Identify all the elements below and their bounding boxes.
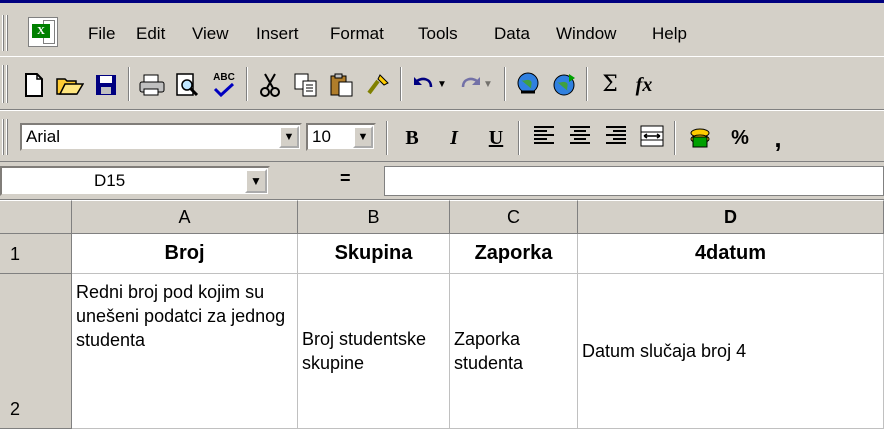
standard-toolbar: ABC ▼ ▼ Σ fx bbox=[0, 56, 884, 110]
comma-style-button[interactable]: , bbox=[764, 125, 792, 151]
new-icon[interactable] bbox=[20, 71, 48, 99]
format-painter-icon[interactable] bbox=[364, 71, 392, 99]
copy-icon[interactable] bbox=[292, 71, 320, 99]
menu-help[interactable]: Help bbox=[652, 24, 687, 44]
select-all-corner[interactable] bbox=[0, 200, 72, 234]
italic-button[interactable]: I bbox=[440, 125, 468, 151]
spelling-icon[interactable]: ABC bbox=[210, 71, 238, 99]
cell-a1[interactable]: Broj bbox=[72, 234, 298, 274]
web-toolbar-icon[interactable] bbox=[550, 71, 578, 99]
formula-input[interactable] bbox=[384, 166, 884, 196]
formatting-toolbar: Arial ▼ 10 ▼ B I U % , bbox=[0, 110, 884, 162]
column-header-b[interactable]: B bbox=[298, 200, 450, 234]
cell-d1[interactable]: 4datum bbox=[578, 234, 884, 274]
toolbar-grip-2[interactable] bbox=[6, 65, 8, 103]
cell-b2[interactable]: Broj studentske skupine bbox=[298, 274, 450, 429]
underline-button[interactable]: U bbox=[482, 125, 510, 151]
open-icon[interactable] bbox=[56, 71, 84, 99]
menu-window[interactable]: Window bbox=[556, 24, 616, 44]
menu-view[interactable]: View bbox=[192, 24, 229, 44]
print-preview-icon[interactable] bbox=[174, 71, 202, 99]
menu-insert[interactable]: Insert bbox=[256, 24, 299, 44]
format-toolbar-grip-2[interactable] bbox=[6, 119, 8, 155]
menu-edit[interactable]: Edit bbox=[136, 24, 165, 44]
column-header-d[interactable]: D bbox=[578, 200, 884, 234]
name-box[interactable]: D15 ▼ bbox=[0, 166, 270, 196]
menu-data[interactable]: Data bbox=[494, 24, 530, 44]
cell-c1[interactable]: Zaporka bbox=[450, 234, 578, 274]
paste-function-icon[interactable]: fx bbox=[630, 71, 658, 99]
insert-hyperlink-icon[interactable] bbox=[514, 71, 542, 99]
font-size-value: 10 bbox=[312, 127, 331, 146]
paste-icon[interactable] bbox=[328, 71, 356, 99]
workbook-icon[interactable]: X bbox=[28, 17, 58, 47]
merge-center-icon[interactable] bbox=[638, 125, 666, 151]
chevron-down-icon[interactable]: ▼ bbox=[245, 169, 267, 193]
cell-d2[interactable]: Datum slučaja broj 4 bbox=[578, 274, 884, 429]
row-header-2[interactable]: 2 bbox=[0, 274, 72, 429]
formula-equals-sign[interactable]: = bbox=[340, 168, 351, 189]
undo-dropdown-icon[interactable]: ▼ bbox=[434, 71, 450, 99]
align-right-icon[interactable] bbox=[602, 125, 630, 151]
cell-c2[interactable]: Zaporka studenta bbox=[450, 274, 578, 429]
row-header-1[interactable]: 1 bbox=[0, 234, 72, 274]
menu-bar-grip[interactable] bbox=[2, 15, 4, 51]
menu-tools[interactable]: Tools bbox=[418, 24, 458, 44]
menu-bar-grip-2[interactable] bbox=[6, 15, 8, 51]
font-size-select[interactable]: 10 ▼ bbox=[306, 123, 376, 151]
align-center-icon[interactable] bbox=[566, 125, 594, 151]
bold-button[interactable]: B bbox=[398, 125, 426, 151]
font-name-select[interactable]: Arial ▼ bbox=[20, 123, 302, 151]
cut-icon[interactable] bbox=[256, 71, 284, 99]
menu-bar: X File Edit View Insert Format Tools Dat… bbox=[0, 0, 884, 56]
currency-icon[interactable] bbox=[686, 125, 714, 151]
column-header-a[interactable]: A bbox=[72, 200, 298, 234]
save-icon[interactable] bbox=[92, 71, 120, 99]
menu-file[interactable]: File bbox=[88, 24, 115, 44]
cell-a2[interactable]: Redni broj pod kojim su unešeni podatci … bbox=[72, 274, 298, 429]
autosum-icon[interactable]: Σ bbox=[596, 71, 624, 99]
align-left-icon[interactable] bbox=[530, 125, 558, 151]
print-icon[interactable] bbox=[138, 71, 166, 99]
menu-format[interactable]: Format bbox=[330, 24, 384, 44]
percent-button[interactable]: % bbox=[726, 125, 754, 151]
chevron-down-icon[interactable]: ▼ bbox=[353, 126, 373, 148]
formula-bar: D15 ▼ = bbox=[0, 162, 884, 200]
toolbar-grip[interactable] bbox=[2, 65, 4, 103]
column-header-c[interactable]: C bbox=[450, 200, 578, 234]
name-box-value: D15 bbox=[94, 171, 126, 190]
chevron-down-icon[interactable]: ▼ bbox=[279, 126, 299, 148]
format-toolbar-grip[interactable] bbox=[2, 119, 4, 155]
spelling-label: ABC bbox=[213, 72, 235, 83]
redo-dropdown-icon[interactable]: ▼ bbox=[480, 71, 496, 99]
font-name-value: Arial bbox=[26, 127, 61, 146]
cell-b1[interactable]: Skupina bbox=[298, 234, 450, 274]
